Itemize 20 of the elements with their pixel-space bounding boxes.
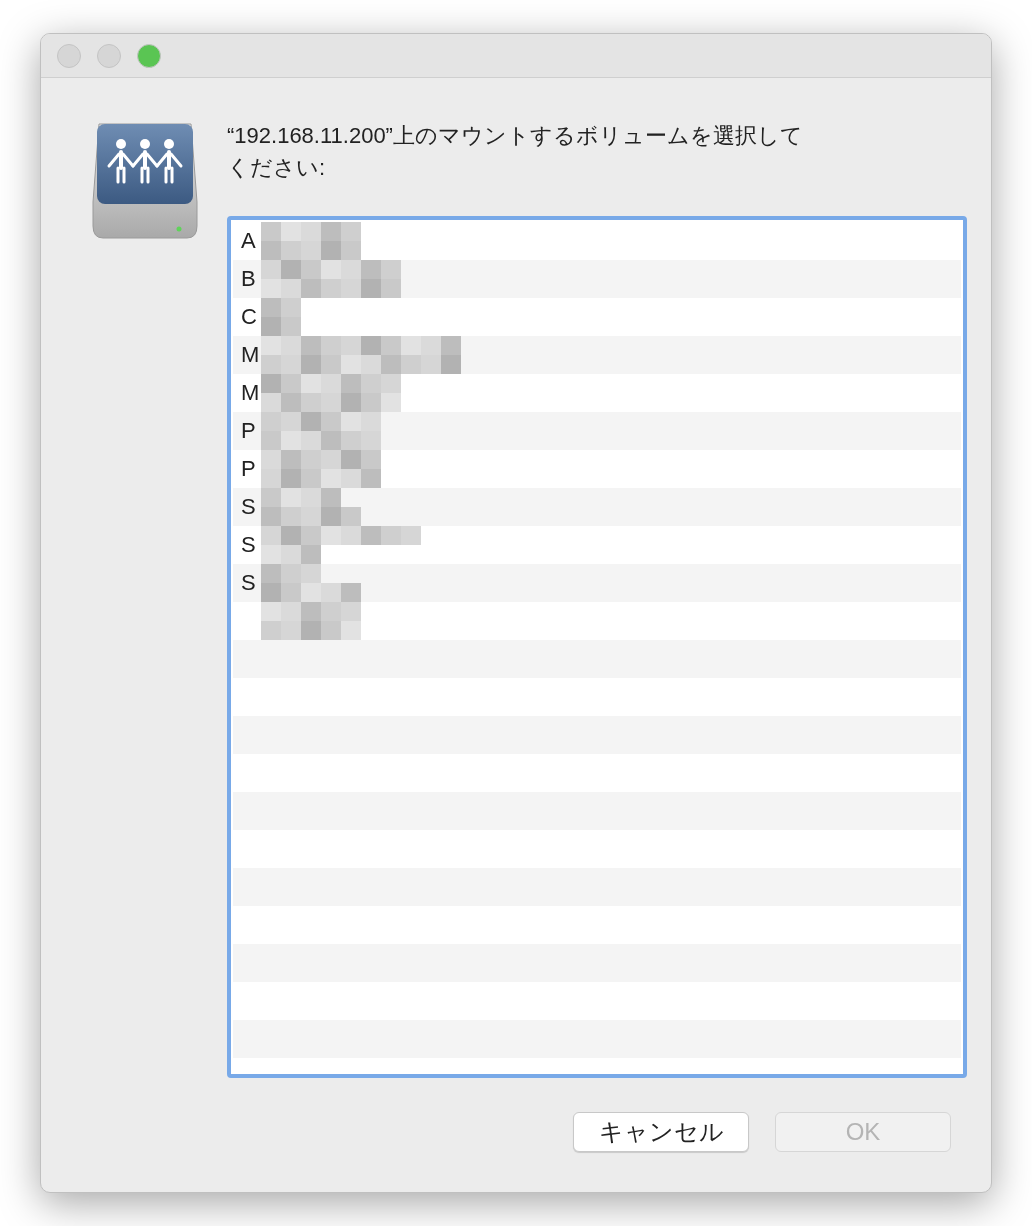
network-drive-icon: [91, 122, 199, 240]
volume-name: P: [241, 420, 257, 442]
volume-name: B: [241, 268, 257, 290]
volume-row[interactable]: S: [233, 564, 961, 602]
prompt-text: “192.168.11.200”上のマウントするボリュームを選択してください:: [227, 122, 804, 182]
volume-name: A: [241, 230, 257, 252]
volume-name: M: [241, 344, 261, 366]
cancel-button[interactable]: キャンセル: [573, 1112, 749, 1152]
volume-name: S: [241, 496, 257, 518]
volume-name: S: [241, 534, 257, 556]
volume-row[interactable]: S: [233, 488, 961, 526]
volume-list[interactable]: A B C M M P P S S S: [227, 216, 967, 1078]
volume-name: S: [241, 572, 257, 594]
volume-name: C: [241, 306, 258, 328]
zoom-button[interactable]: [137, 43, 161, 68]
volume-row[interactable]: P: [233, 412, 961, 450]
volume-row[interactable]: M: [233, 336, 961, 374]
volume-name: M: [241, 382, 261, 404]
volume-row[interactable]: B: [233, 260, 961, 298]
volume-name: P: [241, 458, 257, 480]
